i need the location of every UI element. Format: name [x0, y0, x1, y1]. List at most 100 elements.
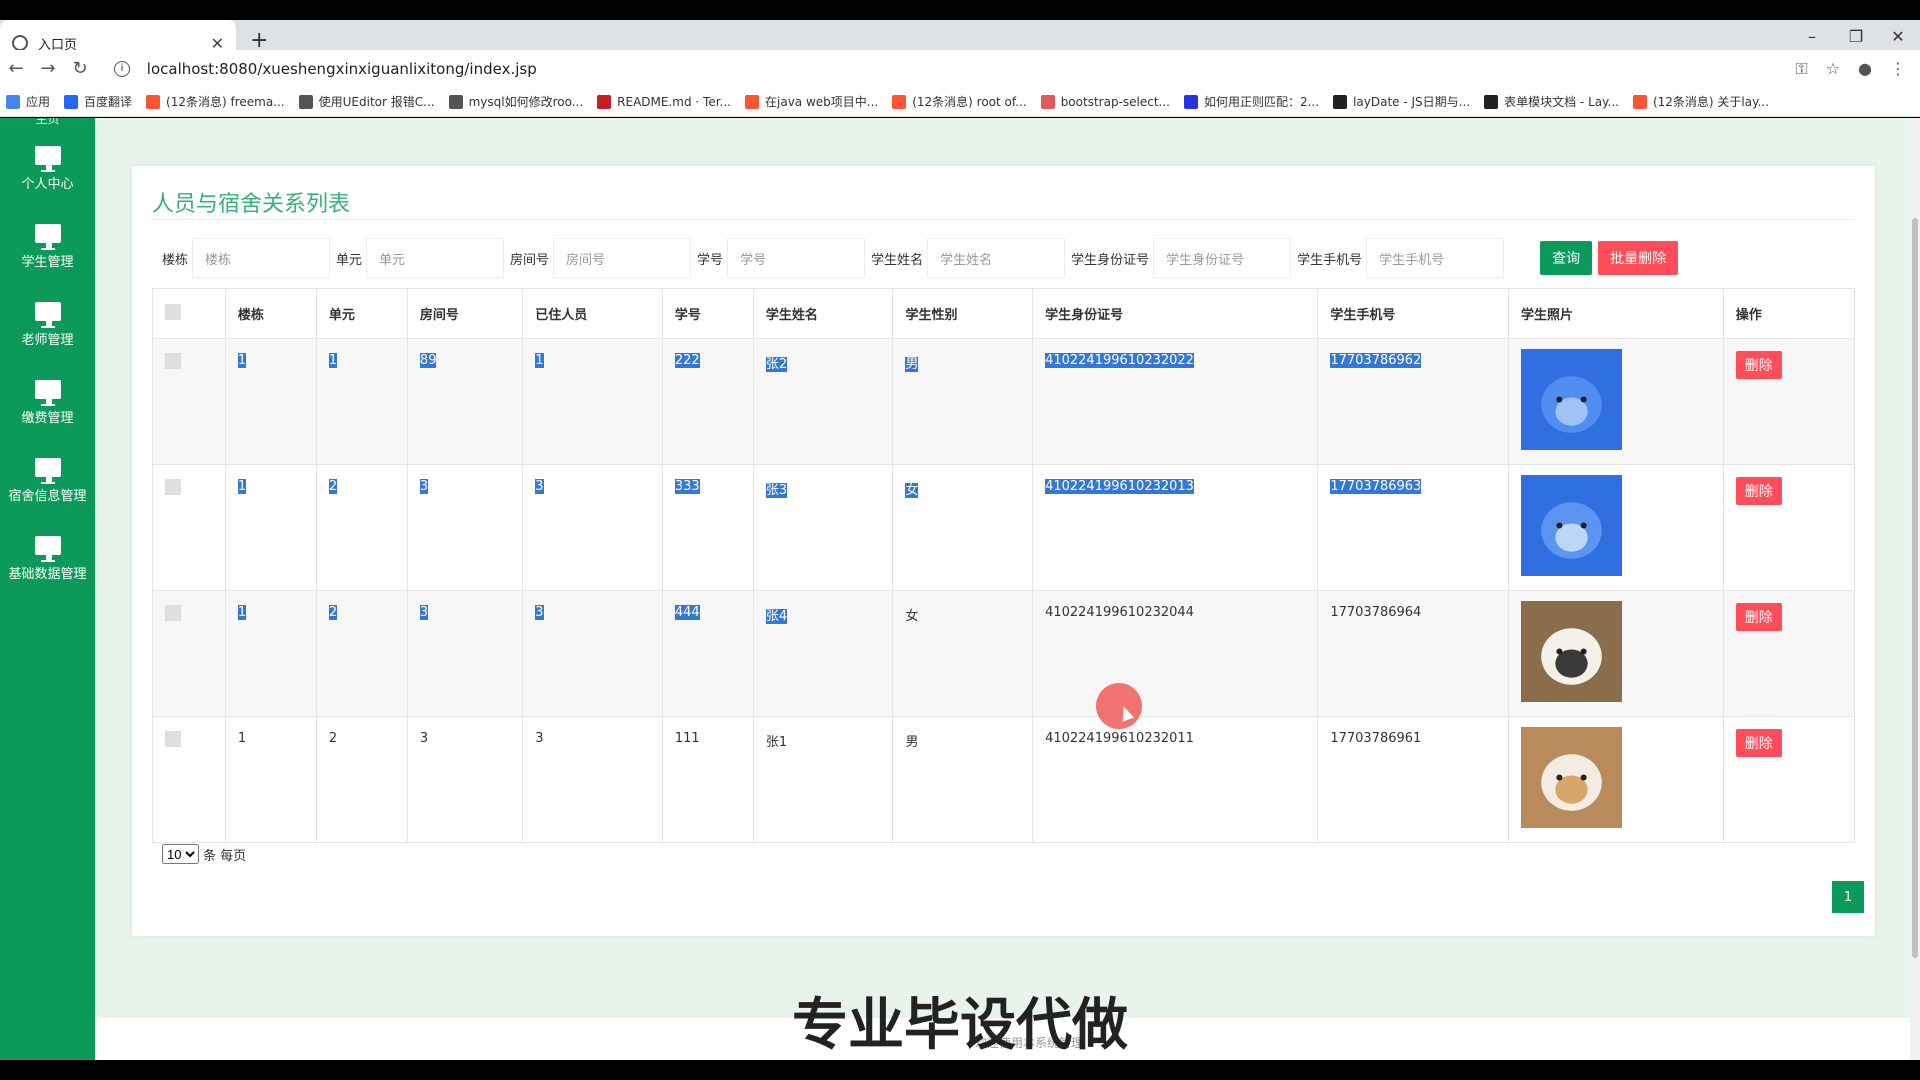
cell-student-no: 222: [661, 338, 754, 465]
delete-button[interactable]: 删除: [1735, 729, 1782, 757]
star-icon[interactable]: ☆: [1826, 59, 1840, 79]
bookmark-favicon-icon: [892, 94, 907, 109]
cell-text: 2: [328, 479, 338, 494]
bookmark-label: layDate - JS日期与...: [1353, 95, 1471, 109]
cell-building: 1: [224, 716, 317, 843]
delete-button[interactable]: 删除: [1735, 351, 1782, 379]
sidebar-item[interactable]: 缴费管理: [0, 364, 95, 442]
window-close-icon[interactable]: ✕: [1876, 20, 1920, 52]
cell-unit: 2: [315, 464, 408, 591]
cell-unit: 1: [315, 338, 408, 465]
cell-text: 男: [905, 357, 919, 372]
delete-button[interactable]: 删除: [1735, 603, 1782, 631]
forward-icon[interactable]: →: [32, 58, 64, 79]
key-icon[interactable]: ⚿: [1796, 59, 1808, 79]
bookmark-item[interactable]: 在java web项目中...: [745, 93, 878, 110]
batch-delete-button[interactable]: 批量删除: [1598, 241, 1679, 275]
sidebar-item[interactable]: 宿舍信息管理: [0, 442, 95, 520]
cell-occupants: 3: [522, 464, 663, 591]
cell-phone: 17703786963: [1317, 464, 1509, 591]
bookmark-item[interactable]: layDate - JS日期与...: [1333, 93, 1470, 110]
bookmark-item[interactable]: bootstrap-select...: [1040, 94, 1170, 109]
row-checkbox[interactable]: [165, 479, 181, 495]
dog-photo: [1520, 349, 1622, 450]
table-header-row: 楼栋 单元 房间号 已住人员 学号 学生姓名 学生性别 学生身份证号 学生手机号 学生照片 操作: [152, 288, 1856, 339]
sidebar-item[interactable]: 老师管理: [0, 286, 95, 364]
bookmark-item[interactable]: 如何用正则匹配：2...: [1183, 93, 1320, 110]
menu-icon[interactable]: ⋮: [1890, 59, 1906, 79]
url-text: localhost:8080/xueshengxinxiguanlixitong…: [146, 59, 537, 78]
cell-occupants: 3: [522, 590, 663, 717]
bookmark-item[interactable]: 使用UEditor 报错C...: [298, 93, 435, 110]
cell-text: 张3: [765, 483, 788, 498]
minimize-icon[interactable]: –: [1790, 20, 1834, 52]
cell-text: 女: [905, 609, 919, 624]
cell-text: 410224199610232022: [1045, 353, 1194, 368]
column-header: 房间号: [406, 288, 524, 339]
page-button-current[interactable]: 1: [1832, 881, 1864, 913]
bookmark-item[interactable]: 表单模块文档 - Lay...: [1484, 93, 1619, 110]
cell-name: 张2: [752, 338, 894, 465]
bookmark-label: (12条消息) 关于lay...: [1652, 95, 1769, 109]
cell-occupants: 1: [522, 338, 663, 465]
search-button[interactable]: 查询: [1540, 241, 1593, 275]
profile-icon[interactable]: ●: [1858, 59, 1872, 79]
filter-input[interactable]: 学生手机号: [1366, 238, 1505, 278]
cell-action: 删除: [1722, 716, 1856, 843]
address-bar[interactable]: i localhost:8080/xueshengxinxiguanlixito…: [114, 60, 1796, 78]
filter-input[interactable]: 学生身份证号: [1153, 238, 1292, 278]
sidebar-item[interactable]: 学生管理: [0, 208, 95, 286]
cell-text: 男: [905, 735, 919, 750]
cell-text: 1: [237, 731, 247, 746]
cell-photo: [1507, 464, 1724, 591]
sidebar-item-home-partial[interactable]: 主页: [0, 118, 95, 130]
filter-input[interactable]: 学号: [727, 238, 866, 278]
cell-building: 1: [224, 590, 317, 717]
sidebar-item[interactable]: 个人中心: [0, 130, 95, 208]
bookmark-item[interactable]: mysql如何修改roo...: [448, 93, 583, 110]
bookmark-item[interactable]: (12条消息) 关于lay...: [1632, 93, 1769, 110]
filter-input[interactable]: 单元: [366, 238, 505, 278]
sidebar: 主页 个人中心 学生管理 老师管理 缴费管理 宿舍信息管理 基础数据管理: [0, 118, 95, 1060]
row-checkbox[interactable]: [165, 731, 181, 747]
row-checkbox[interactable]: [165, 353, 181, 369]
bookmark-item[interactable]: (12条消息) freema...: [146, 93, 285, 110]
globe-icon: [12, 35, 28, 51]
page-scrollbar[interactable]: [1910, 118, 1920, 1060]
title-divider: [152, 219, 1855, 220]
reload-icon[interactable]: ↻: [64, 58, 96, 79]
cell-text: 2: [328, 605, 338, 620]
bookmark-item[interactable]: (12条消息) root of...: [892, 93, 1027, 110]
sidebar-item[interactable]: 基础数据管理: [0, 520, 95, 598]
select-all-checkbox[interactable]: [165, 303, 181, 320]
scrollbar-thumb[interactable]: [1912, 218, 1918, 958]
cell-id-card: 410224199610232022: [1032, 338, 1319, 465]
filter-input[interactable]: 学生姓名: [927, 238, 1066, 278]
cell-building: 1: [224, 338, 317, 465]
cat-hat-photo: [1520, 727, 1622, 828]
bookmark-favicon-icon: [597, 94, 612, 109]
page-size-select[interactable]: 10: [162, 844, 199, 864]
bookmark-label: 如何用正则匹配：2...: [1203, 95, 1320, 109]
cell-text: 3: [419, 479, 429, 494]
bookmark-favicon-icon: [1333, 94, 1348, 109]
row-checkbox[interactable]: [165, 605, 181, 621]
filter-input[interactable]: 楼栋: [192, 238, 331, 278]
cell-text: 张1: [765, 735, 788, 750]
cell-text: 3: [535, 605, 544, 620]
column-header: 学生性别: [892, 288, 1034, 339]
bookmark-label: bootstrap-select...: [1060, 94, 1170, 109]
bookmark-item[interactable]: 百度翻译: [64, 93, 132, 110]
bookmark-item[interactable]: 应用: [6, 93, 50, 110]
bookmark-item[interactable]: README.md · Ter...: [597, 94, 731, 109]
filter-input[interactable]: 房间号: [553, 238, 692, 278]
info-icon[interactable]: i: [114, 61, 130, 77]
back-icon[interactable]: ←: [0, 58, 32, 79]
filter-label: 学生姓名: [871, 252, 924, 268]
cell-unit: 2: [315, 590, 408, 717]
restore-icon[interactable]: ❐: [1834, 20, 1878, 52]
column-header: 学生姓名: [752, 288, 894, 339]
bookmark-label: 在java web项目中...: [765, 95, 879, 109]
pagination-size: 10 条 每页: [162, 844, 246, 864]
delete-button[interactable]: 删除: [1735, 477, 1782, 505]
